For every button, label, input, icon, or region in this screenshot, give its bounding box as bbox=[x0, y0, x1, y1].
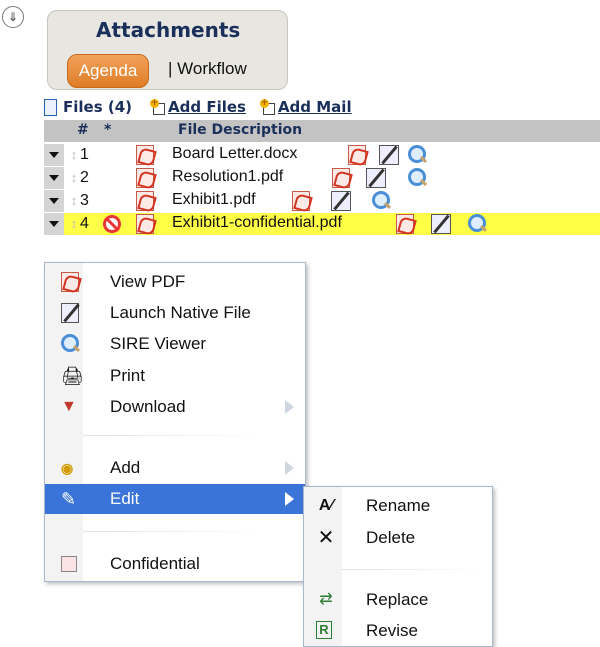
menu-item-replace[interactable]: ⇄ Replace bbox=[304, 585, 492, 615]
menu-item-label: Revise bbox=[366, 621, 418, 640]
menu-separator bbox=[83, 435, 263, 436]
tab-separator: | bbox=[168, 59, 173, 78]
menu-item-sire-viewer[interactable]: SIRE Viewer bbox=[45, 329, 305, 359]
drag-handle-icon[interactable]: ↕ bbox=[69, 192, 79, 210]
row-menu-button[interactable] bbox=[44, 190, 64, 212]
drag-handle-icon[interactable]: ↕ bbox=[69, 146, 79, 164]
submenu-arrow-icon bbox=[285, 461, 294, 475]
revise-icon: R bbox=[316, 621, 332, 639]
menu-item-label: View PDF bbox=[110, 272, 186, 291]
menu-item-label: Confidential bbox=[110, 554, 200, 573]
menu-separator bbox=[342, 569, 482, 570]
menu-separator bbox=[83, 531, 263, 532]
row-menu-button[interactable] bbox=[44, 167, 64, 189]
column-header-star[interactable]: * bbox=[104, 122, 111, 138]
menu-item-label: Launch Native File bbox=[110, 303, 251, 322]
row-menu-button[interactable] bbox=[44, 213, 64, 235]
file-name[interactable]: Resolution1.pdf bbox=[172, 168, 283, 186]
launch-native-icon[interactable] bbox=[331, 191, 351, 211]
pdf-icon[interactable] bbox=[136, 191, 154, 211]
launch-native-icon[interactable] bbox=[379, 145, 399, 165]
menu-item-rename[interactable]: A⁄ Rename bbox=[304, 491, 492, 521]
rename-icon: A⁄ bbox=[318, 497, 334, 514]
tab-workflow[interactable]: | Workflow bbox=[168, 59, 247, 79]
view-pdf-icon[interactable] bbox=[396, 214, 414, 234]
row-number: 1 bbox=[80, 146, 89, 163]
tab-agenda[interactable]: Agenda bbox=[67, 54, 149, 88]
menu-item-label: Edit bbox=[110, 489, 140, 508]
column-header-number[interactable]: # bbox=[77, 122, 89, 138]
document-icon bbox=[44, 98, 57, 116]
table-header: # * File Description bbox=[44, 120, 600, 142]
table-row: ↕ 1 Board Letter.docx bbox=[44, 144, 600, 166]
menu-item-label: Replace bbox=[366, 590, 429, 609]
submenu-arrow-icon bbox=[285, 492, 294, 506]
table-row: ↕ 2 Resolution1.pdf bbox=[44, 167, 600, 189]
menu-item-label: Download bbox=[110, 397, 186, 416]
drag-handle-icon[interactable]: ↕ bbox=[69, 215, 79, 233]
view-pdf-icon[interactable] bbox=[292, 191, 310, 211]
pdf-icon[interactable] bbox=[136, 145, 154, 165]
pdf-icon[interactable] bbox=[136, 168, 154, 188]
submenu-arrow-icon bbox=[285, 400, 294, 414]
add-files-icon[interactable]: + bbox=[150, 98, 167, 116]
menu-item-edit[interactable]: ✎ Edit bbox=[45, 484, 305, 514]
no-entry-icon bbox=[103, 215, 121, 233]
magnifier-icon bbox=[61, 334, 79, 354]
context-menu: View PDF Launch Native File SIRE Viewer … bbox=[44, 262, 306, 582]
edit-icon: ✎ bbox=[61, 489, 77, 509]
menu-item-revise[interactable]: R Revise bbox=[304, 616, 492, 646]
table-row: ↕ 3 Exhibit1.pdf bbox=[44, 190, 600, 212]
delete-x-icon: ✕ bbox=[317, 527, 335, 549]
row-number: 3 bbox=[80, 192, 89, 209]
menu-item-confidential[interactable]: Confidential bbox=[45, 549, 305, 579]
panel-title: Attachments bbox=[96, 18, 241, 42]
row-number: 4 bbox=[80, 215, 89, 232]
drag-handle-icon[interactable]: ↕ bbox=[69, 169, 79, 187]
menu-item-label: Rename bbox=[366, 496, 431, 515]
menu-item-launch-native-file[interactable]: Launch Native File bbox=[45, 298, 305, 328]
magnifier-icon[interactable] bbox=[468, 214, 488, 234]
pdf-icon[interactable] bbox=[136, 214, 154, 234]
pencil-icon bbox=[61, 303, 79, 323]
menu-item-add[interactable]: ◉ Add bbox=[45, 453, 305, 483]
printer-icon: 🖨 bbox=[61, 366, 84, 386]
menu-item-print[interactable]: 🖨 Print bbox=[45, 361, 305, 391]
view-pdf-icon[interactable] bbox=[332, 168, 350, 188]
add-files-link[interactable]: Add Files bbox=[168, 98, 246, 116]
menu-item-label: Print bbox=[110, 366, 145, 385]
add-mail-icon[interactable]: + bbox=[259, 98, 277, 116]
file-name[interactable]: Exhibit1.pdf bbox=[172, 191, 256, 209]
menu-item-label: Delete bbox=[366, 528, 416, 547]
add-icon: ◉ bbox=[61, 460, 74, 476]
edit-submenu: A⁄ Rename ✕ Delete ⇄ Replace R Revise bbox=[303, 486, 493, 647]
magnifier-icon[interactable] bbox=[372, 191, 392, 211]
column-header-file-description[interactable]: File Description bbox=[178, 122, 302, 138]
pdf-icon bbox=[61, 272, 79, 292]
file-name[interactable]: Board Letter.docx bbox=[172, 145, 297, 163]
launch-native-icon[interactable] bbox=[431, 214, 451, 234]
tab-workflow-label[interactable]: Workflow bbox=[177, 59, 247, 78]
magnifier-icon[interactable] bbox=[408, 145, 428, 165]
view-pdf-icon[interactable] bbox=[348, 145, 366, 165]
table-row: ↕ 4 Exhibit1-confidential.pdf bbox=[44, 213, 600, 235]
confidential-icon bbox=[61, 556, 77, 572]
menu-item-label: Add bbox=[110, 458, 141, 477]
add-mail-link[interactable]: Add Mail bbox=[278, 98, 352, 116]
files-toolbar: Files (4) + Add Files + Add Mail bbox=[44, 97, 352, 117]
menu-item-download[interactable]: ▼ Download bbox=[45, 392, 305, 422]
menu-item-delete[interactable]: ✕ Delete bbox=[304, 523, 492, 553]
menu-item-label: SIRE Viewer bbox=[110, 334, 207, 353]
collapse-toggle-icon[interactable]: ⇓ bbox=[2, 6, 24, 28]
menu-item-view-pdf[interactable]: View PDF bbox=[45, 267, 305, 297]
file-name[interactable]: Exhibit1-confidential.pdf bbox=[172, 214, 342, 232]
download-icon: ▼ bbox=[61, 398, 77, 415]
magnifier-icon[interactable] bbox=[408, 168, 428, 188]
replace-icon: ⇄ bbox=[319, 591, 333, 608]
launch-native-icon[interactable] bbox=[366, 168, 386, 188]
row-number: 2 bbox=[80, 169, 89, 186]
row-menu-button[interactable] bbox=[44, 144, 64, 166]
files-count-label: Files (4) bbox=[63, 98, 133, 116]
attachments-panel: Attachments Agenda | Workflow bbox=[47, 10, 288, 90]
